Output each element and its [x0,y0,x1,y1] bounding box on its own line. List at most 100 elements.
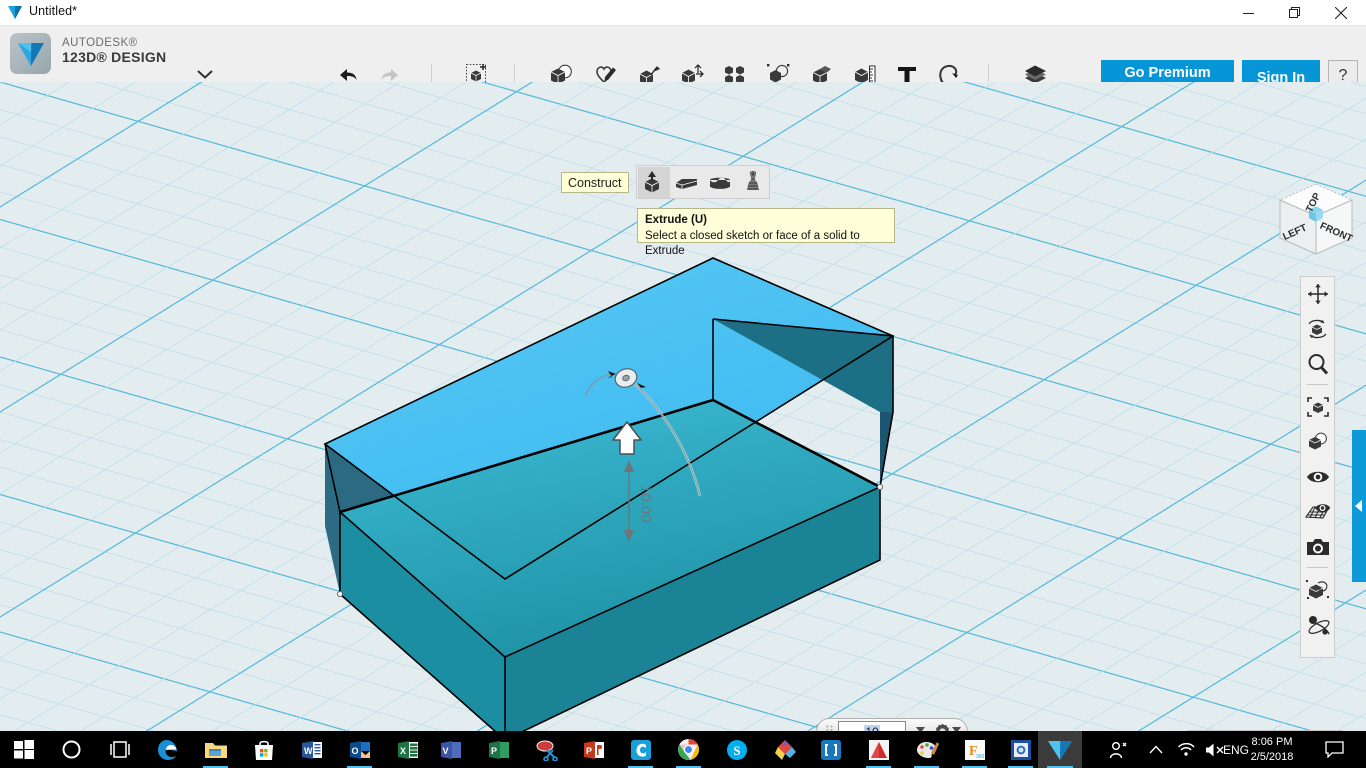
svg-text:V: V [442,746,448,756]
brackets-button[interactable] [810,731,851,768]
svg-text:P: P [586,746,592,756]
view-tools-panel [1300,276,1335,658]
pan-tool-button[interactable] [1301,277,1334,311]
svg-text:P: P [491,746,497,756]
svg-text:W: W [304,746,313,756]
chrome-button[interactable] [668,731,709,768]
fusion-360-button[interactable]: F 360 [954,731,995,768]
maximize-button[interactable] [1272,0,1317,26]
skype-icon: S [726,739,747,760]
go-premium-label: Go Premium [1124,64,1211,81]
adobe-xd-button[interactable] [764,731,805,768]
app-logo [10,33,51,74]
effects-button[interactable] [1301,608,1334,642]
orbit-tool-button[interactable] [1301,312,1334,346]
file-explorer-button[interactable] [195,731,236,768]
123d-design-button[interactable] [1038,731,1082,768]
revolve-flyout-button[interactable] [737,167,769,198]
autodesk-triangle-logo-icon [8,6,22,19]
photo-app-button[interactable] [1000,731,1041,768]
snapshot-button[interactable] [1301,530,1334,564]
svg-text:S: S [733,743,740,758]
file-explorer-icon [204,742,227,758]
wifi-icon [1177,742,1195,756]
chevron-down-icon[interactable] [197,70,213,79]
dimension-settings-gear-icon[interactable] [934,723,951,731]
windows-taskbar: W O X V P P S F 360 ENG 8:06 PM 2/5/2018 [0,731,1366,768]
show-hidden-icons-button[interactable] [1142,731,1170,768]
grid-visibility-button[interactable] [1301,495,1334,529]
camtasia-button[interactable] [620,731,661,768]
show-desktop-button[interactable] [1362,731,1366,768]
visio-button[interactable]: V [430,731,471,768]
extrude-flyout-button[interactable] [638,167,670,198]
outlook-button[interactable]: O [339,731,380,768]
paint-button[interactable] [906,731,947,768]
cortana-button[interactable] [51,731,92,768]
task-view-button[interactable] [99,731,140,768]
clock[interactable]: 8:06 PM 2/5/2018 [1240,731,1304,768]
title-bar: Untitled* [0,0,1366,26]
word-button[interactable]: W [291,731,332,768]
extrude-tooltip: Extrude (U) Select a closed sketch or fa… [637,208,895,257]
zoom-tool-button[interactable] [1301,347,1334,381]
view-cube[interactable]: TOP LEFT FRONT [1272,178,1360,264]
view-tools-divider-1 [1307,384,1328,385]
close-button[interactable] [1318,0,1363,26]
sweep-flyout-button[interactable] [671,167,703,198]
main-toolbar: AUTODESK® 123D® DESIGN Go Premium Sign I… [0,26,1366,96]
edge-button[interactable] [147,731,188,768]
tooltip-description: Select a closed sketch or face of a soli… [645,229,860,258]
brand-line-2: 123D® DESIGN [62,48,167,65]
extrude-icon [644,170,660,192]
chrome-icon [678,739,699,760]
open-side-panel-tab[interactable] [1352,430,1366,582]
construct-flyout [636,165,770,199]
smooth-shading-button[interactable] [1301,573,1334,607]
start-button[interactable] [3,731,44,768]
autocad-icon [868,739,889,760]
people-icon [1109,741,1127,758]
view-tools-divider-2 [1307,567,1328,568]
microsoft-store-button[interactable] [243,731,284,768]
powerpoint-button[interactable]: P [573,731,614,768]
autocad-button[interactable] [858,731,899,768]
brand-line-1: AUTODESK® [62,37,138,49]
fit-to-window-button[interactable] [1301,390,1334,424]
visibility-button[interactable] [1301,460,1334,494]
clock-time: 8:06 PM [1251,735,1293,748]
123d-design-icon [1048,740,1072,760]
network-button[interactable] [1174,731,1198,768]
tooltip-title: Extrude (U) [645,214,707,226]
3d-viewport[interactable]: 10.00 TOP LEFT FRONT Construct Extrude (… [0,82,1366,731]
people-button[interactable] [1104,731,1134,768]
loft-flyout-button[interactable] [704,167,736,198]
svg-text:360: 360 [976,754,985,760]
fusion360-icon: F 360 [964,739,985,760]
svg-text:O: O [351,746,358,756]
extrude-dimension-label: 10.00 [637,485,654,523]
project-icon: P [488,740,509,759]
word-icon: W [301,740,322,759]
cortana-circle-icon [62,740,81,759]
excel-icon: X [397,740,418,759]
construct-category-label: Construct [561,172,629,193]
store-bag-icon [254,740,273,760]
view-style-button[interactable] [1301,425,1334,459]
skype-button[interactable]: S [716,731,757,768]
dimension-value-input[interactable]: 10 [838,721,906,731]
adobe-diamond-icon [774,739,796,760]
clock-date: 2/5/2018 [1250,750,1294,763]
chevron-left-icon [1355,500,1362,512]
revolve-icon [747,170,759,190]
excel-button[interactable]: X [387,731,428,768]
loft-icon [710,177,730,189]
brand-text: AUTODESK® 123D® DESIGN [62,37,166,66]
project-button[interactable]: P [478,731,519,768]
snipping-tool-button[interactable] [526,731,567,768]
action-center-button[interactable] [1318,731,1350,768]
paint-palette-icon [916,741,939,758]
minimize-button[interactable] [1226,0,1271,26]
windows-start-icon [13,739,34,759]
task-view-icon [109,741,130,758]
